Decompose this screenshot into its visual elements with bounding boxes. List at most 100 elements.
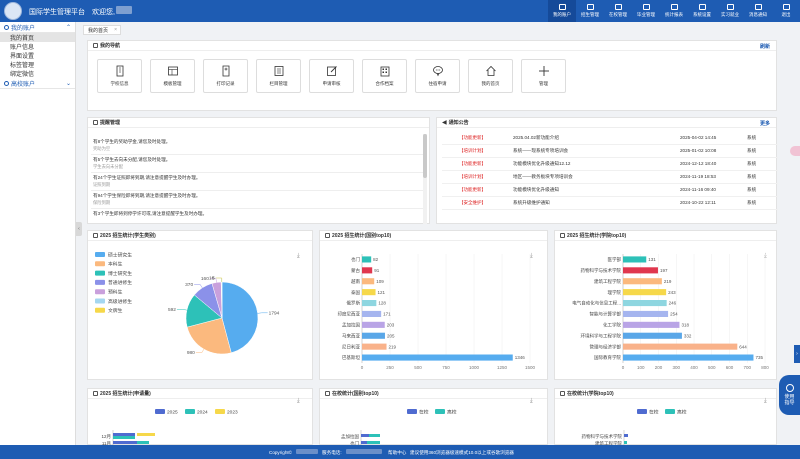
topnav-item-2[interactable]: 在校管理 xyxy=(604,0,632,22)
notice-date: 2024-11-16 09:40 xyxy=(680,187,716,192)
notice-title-link[interactable]: 功能模块优化升级通知12.12 xyxy=(513,161,570,167)
notice-source: 系统 xyxy=(747,187,757,192)
diploma-icon xyxy=(642,4,650,10)
divider xyxy=(442,183,778,184)
chevron-up-icon: ⌃ xyxy=(65,25,71,31)
username-redacted xyxy=(116,6,132,14)
notice-date: 2025-01-02 10:08 xyxy=(680,148,717,153)
user-icon xyxy=(4,24,9,30)
download-icon[interactable]: ⤓ xyxy=(297,253,300,260)
reminder-item[interactable]: 有8个学生的奖助学金,请您及时处理。 xyxy=(93,139,170,145)
sidebar-item-4[interactable]: 绑定微信 xyxy=(0,69,75,78)
topnav-item-5[interactable]: 系统设置 xyxy=(688,0,716,22)
gear-icon xyxy=(698,4,706,10)
download-icon[interactable]: ⤓ xyxy=(530,398,533,405)
sidebar-collapse-toggle[interactable]: ‹ xyxy=(76,222,82,236)
quick-nav-plus[interactable]: 管理 xyxy=(521,59,566,93)
chart-icon xyxy=(93,391,98,396)
tab-bar: 我的首页 × xyxy=(83,25,122,35)
list-icon xyxy=(93,120,98,125)
hotline-label: 服务电话: xyxy=(322,450,342,455)
quick-nav-template[interactable]: 模板管理 xyxy=(150,59,195,93)
mail-icon xyxy=(754,4,762,10)
quick-nav-chat[interactable]: 住宿申请 xyxy=(415,59,460,93)
notice-date: 2024-10-22 12:11 xyxy=(680,200,716,205)
download-icon[interactable]: ⤓ xyxy=(297,398,300,405)
more-link[interactable]: 更多 xyxy=(760,120,770,127)
topnav-item-8[interactable]: 退出 xyxy=(772,0,800,22)
sidebar-item-3[interactable]: 标签管理 xyxy=(0,60,75,69)
tab-home[interactable]: 我的首页 × xyxy=(83,25,122,35)
divider xyxy=(91,208,425,209)
quick-nav-archive[interactable]: 合作档案 xyxy=(362,59,407,93)
grid-icon xyxy=(93,43,98,48)
topnav-item-0[interactable]: 我的账户 xyxy=(548,0,576,22)
sidebar-group-university-account[interactable]: 高校账户 ⌄ xyxy=(0,78,75,89)
reminder-item[interactable]: 有94个学生保险即将到期,请注意提醒学生及时办理。 xyxy=(93,193,200,199)
help-center-link[interactable]: 帮助中心 xyxy=(388,450,406,456)
download-icon[interactable]: ⤓ xyxy=(764,398,767,405)
notice-title-link[interactable]: 地区——教务板块专项培训会 xyxy=(513,174,573,180)
quick-nav-print[interactable]: 打印记录 xyxy=(203,59,248,93)
quick-nav-school[interactable]: 学校信息 xyxy=(97,59,142,93)
notice-title-link[interactable]: 系统——现系统专项培训会 xyxy=(513,148,568,154)
expand-arrow[interactable]: › xyxy=(794,345,800,363)
divider xyxy=(91,190,425,191)
notice-header: ◀ 通知公告 更多 xyxy=(437,118,776,128)
sidebar-item-2[interactable]: 界面设置 xyxy=(0,51,75,60)
notice-date: 2024-12-12 18:40 xyxy=(680,161,717,166)
download-icon[interactable]: ⤓ xyxy=(764,253,767,260)
chart-panel-enrolled-college: 在校统计(学院top10) xyxy=(554,388,777,445)
reminder-item[interactable]: 有3个学生即将到停学许可或,请注意提醒学生及时办理。 xyxy=(93,211,207,217)
sidebar-item-0[interactable]: 我的首页 xyxy=(0,33,75,42)
download-icon[interactable]: ⤓ xyxy=(530,253,533,260)
user-icon xyxy=(4,80,9,86)
notice-source: 系统 xyxy=(747,148,757,153)
notice-tag: 【功能更新】 xyxy=(459,187,486,192)
sidebar-group-my-account[interactable]: 我的账户 ⌃ xyxy=(0,22,75,33)
reminder-scrollbar-thumb[interactable] xyxy=(423,134,427,178)
topnav-item-3[interactable]: 毕业管理 xyxy=(632,0,660,22)
copyright-text: Copyright© xyxy=(269,450,293,455)
chart-icon xyxy=(325,233,330,238)
footer: Copyright© 服务电话: 帮助中心 建议使用360浏览器极速模式10.0… xyxy=(0,445,800,459)
usage-guide-button[interactable]: 使用 指导 xyxy=(779,375,800,415)
quick-nav-edit[interactable]: 申请审核 xyxy=(309,59,354,93)
chart-panel-country: 2025 招生统计(国别top10) xyxy=(319,230,548,380)
reminder-item[interactable]: 有5个学生去向未分配,请您及时处理。 xyxy=(93,157,170,163)
template-icon xyxy=(167,66,178,76)
topnav-item-1[interactable]: 招生管理 xyxy=(576,0,604,22)
chart-panel-student-type: 2025 招生统计(学生类别) xyxy=(87,230,313,380)
top-bar: 国际学生管理平台 欢迎您, 我的账户 招生管理 在校管理 毕业管理 统计报表 系统设置 实习… xyxy=(0,0,800,22)
notice-title-link[interactable]: 2025.04.02新功能介绍 xyxy=(513,135,559,141)
sidebar-item-1[interactable]: 账户信息 xyxy=(0,42,75,51)
notice-title-link[interactable]: 系统升级维护通知 xyxy=(513,200,550,206)
notice-title-link[interactable]: 功能模块优化升级通知 xyxy=(513,187,559,193)
notice-tag: 【功能更新】 xyxy=(459,161,486,166)
hotline-redacted xyxy=(346,449,382,454)
university-logo xyxy=(4,2,22,20)
refresh-link[interactable]: 刷新 xyxy=(760,43,770,50)
top-nav: 我的账户 招生管理 在校管理 毕业管理 统计报表 系统设置 实习就业 消息通知 退出 xyxy=(548,0,800,22)
divider xyxy=(442,157,778,158)
topnav-item-4[interactable]: 统计报表 xyxy=(660,0,688,22)
divider xyxy=(91,154,425,155)
chart-panel-applications: 2025 招生统计(申请量) xyxy=(87,388,313,445)
graduation-icon xyxy=(586,4,594,10)
notice-tag: 【功能更新】 xyxy=(459,135,486,140)
close-icon[interactable]: × xyxy=(114,27,117,33)
quick-nav-home[interactable]: 我的首页 xyxy=(468,59,513,93)
quick-nav-column[interactable]: 栏目管理 xyxy=(256,59,301,93)
notice-date: 2024-11-19 18:53 xyxy=(680,174,716,179)
chart-panel-enrolled-country: 在校统计(国别top10) xyxy=(319,388,548,445)
topnav-item-7[interactable]: 消息通知 xyxy=(744,0,772,22)
assistant-handle[interactable] xyxy=(790,146,800,156)
notice-source: 系统 xyxy=(747,200,757,205)
notice-source: 系统 xyxy=(747,174,757,179)
briefcase-icon xyxy=(726,4,734,10)
building-icon xyxy=(614,4,622,10)
reminder-item[interactable]: 有24个学生证照即将到期,请注意提醒学生及时办理。 xyxy=(93,175,200,181)
divider xyxy=(442,196,778,197)
topnav-item-6[interactable]: 实习就业 xyxy=(716,0,744,22)
print-icon xyxy=(222,65,229,77)
